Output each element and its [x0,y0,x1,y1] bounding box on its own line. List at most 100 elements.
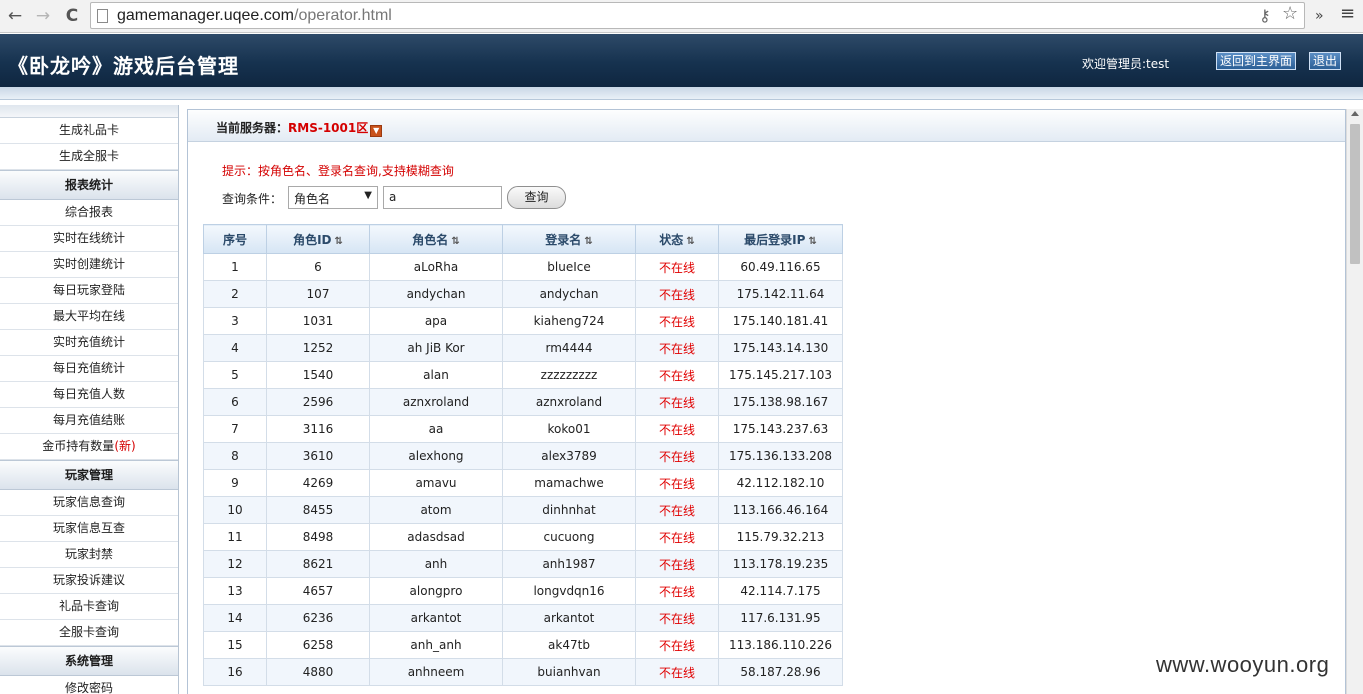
sidebar-item-player-info-query[interactable]: 玩家信息查询 [0,490,178,516]
query-field-select[interactable]: 角色名 ▼ [288,186,378,209]
cell-index: 10 [203,496,267,524]
sidebar-item-monthly-settlement[interactable]: 每月充值结账 [0,408,178,434]
table-row: 13 4657 alongpro longvdqn16 不在线 42.114.7.175 [203,577,843,605]
url-text[interactable]: gamemanager.uqee.com/operator.html [117,7,392,25]
cell-login-name: cucuong [502,523,636,551]
key-icon[interactable]: ⚷ [1259,6,1271,26]
sort-icon[interactable]: ⇅ [451,236,459,247]
cell-index: 11 [203,523,267,551]
app-title: 《卧龙吟》游戏后台管理 [8,54,239,78]
sidebar-item-player-feedback[interactable]: 玩家投诉建议 [0,568,178,594]
dropdown-arrow-icon: ▼ [364,190,372,201]
table-row: 2 107 andychan andychan 不在线 175.142.11.64 [203,280,843,308]
cell-last-ip: 175.145.217.103 [718,361,843,389]
search-input[interactable]: a [383,186,502,209]
sidebar-item-player-ban[interactable]: 玩家封禁 [0,542,178,568]
page-scrollbar[interactable] [1346,109,1363,694]
column-header-index: 序号 [203,224,267,254]
address-bar[interactable]: gamemanager.uqee.com/operator.html ⚷ ☆ [90,2,1305,29]
cell-role-name: arkantot [369,604,503,632]
sidebar-item-realtime-recharge[interactable]: 实时充值统计 [0,330,178,356]
cell-last-ip: 175.140.181.41 [718,307,843,335]
cell-status: 不在线 [635,253,719,281]
app-header: 《卧龙吟》游戏后台管理 欢迎管理员:test 返回到主界面 退出 [0,34,1363,87]
player-table: 序号 角色ID ⇅ 角色名 ⇅ 登录名 ⇅ 状态 ⇅ 最后登录IP ⇅ 1 6 aLoRha b… [203,224,843,686]
cell-index: 14 [203,604,267,632]
sidebar-item-summary-report[interactable]: 综合报表 [0,200,178,226]
cell-login-name: arkantot [502,604,636,632]
search-hint: 提示：按角色名、登录名查询,支持模糊查询 [222,164,454,178]
cell-status: 不在线 [635,604,719,632]
table-row: 6 2596 aznxroland aznxroland 不在线 175.138.98.1… [203,388,843,416]
cell-role-name: alan [369,361,503,389]
sort-icon[interactable]: ⇅ [584,236,592,247]
cell-last-ip: 113.178.19.235 [718,550,843,578]
sidebar-item-realtime-create[interactable]: 实时创建统计 [0,252,178,278]
sort-icon[interactable]: ⇅ [335,236,343,247]
cell-login-name: ak47tb [502,631,636,659]
column-header-role-name[interactable]: 角色名 ⇅ [369,224,503,254]
menu-icon[interactable]: ≡ [1340,4,1355,24]
column-header-role-id[interactable]: 角色ID ⇅ [266,224,370,254]
column-header-login-name[interactable]: 登录名 ⇅ [502,224,636,254]
table-row: 11 8498 adasdsad cucuong 不在线 115.79.32.213 [203,523,843,551]
new-badge: (新) [114,439,136,453]
forward-icon[interactable]: → [32,5,54,27]
sidebar-heading-system[interactable]: 系统管理 [0,646,178,676]
cell-status: 不在线 [635,388,719,416]
scroll-up-icon[interactable] [1351,111,1359,116]
sidebar-item-player-info-cross[interactable]: 玩家信息互查 [0,516,178,542]
cell-role-id: 4269 [266,469,370,497]
cell-role-id: 107 [266,280,370,308]
sidebar-item-change-password[interactable]: 修改密码 [0,676,178,694]
cell-index: 9 [203,469,267,497]
main-panel: 当前服务器：RMS-1001区 ▼ 提示：按角色名、登录名查询,支持模糊查询 查询… [187,109,1346,694]
cell-status: 不在线 [635,496,719,524]
cell-role-name: amavu [369,469,503,497]
sidebar-item-daily-recharge-users[interactable]: 每日充值人数 [0,382,178,408]
logout-button[interactable]: 退出 [1309,52,1342,70]
table-row: 15 6258 anh_anh ak47tb 不在线 113.186.110.226 [203,631,843,659]
sidebar-item-gift-card-query[interactable]: 礼品卡查询 [0,594,178,620]
cell-index: 5 [203,361,267,389]
sort-icon[interactable]: ⇅ [686,236,694,247]
home-button[interactable]: 返回到主界面 [1216,52,1297,70]
sidebar-item-gold-holdings[interactable]: 金币持有数量(新) [0,434,178,460]
sidebar-item-daily-login[interactable]: 每日玩家登陆 [0,278,178,304]
cell-role-id: 6258 [266,631,370,659]
sidebar-item-generate-gift-card[interactable]: 生成礼品卡 [0,118,178,144]
sort-icon[interactable]: ⇅ [808,236,816,247]
cell-index: 4 [203,334,267,362]
sidebar-item-daily-recharge[interactable]: 每日充值统计 [0,356,178,382]
star-icon[interactable]: ☆ [1282,4,1298,24]
cell-role-name: anh [369,550,503,578]
sidebar-heading-players[interactable]: 玩家管理 [0,460,178,490]
cell-last-ip: 115.79.32.213 [718,523,843,551]
search-button[interactable]: 查询 [507,186,566,209]
browser-toolbar: ← → C gamemanager.uqee.com/operator.html… [0,0,1363,33]
cell-role-name: anhneem [369,658,503,686]
column-header-status[interactable]: 状态 ⇅ [635,224,719,254]
cell-status: 不在线 [635,550,719,578]
reload-icon[interactable]: C [61,5,83,27]
cell-role-name: alongpro [369,577,503,605]
sidebar-item-server-card-query[interactable]: 全服卡查询 [0,620,178,646]
table-row: 14 6236 arkantot arkantot 不在线 117.6.131.95 [203,604,843,632]
sidebar-heading-reports[interactable]: 报表统计 [0,170,178,200]
sidebar-item-generate-server-card[interactable]: 生成全服卡 [0,144,178,170]
page-icon [97,9,108,23]
cell-login-name: andychan [502,280,636,308]
server-label: 当前服务器：RMS-1001区 ▼ [216,119,383,137]
extensions-icon[interactable]: » [1315,6,1324,26]
cell-role-id: 4880 [266,658,370,686]
sidebar-item-max-avg-online[interactable]: 最大平均在线 [0,304,178,330]
chevron-down-icon[interactable]: ▼ [370,125,383,137]
scrollbar-thumb[interactable] [1350,124,1360,264]
cell-last-ip: 175.143.237.63 [718,415,843,443]
sidebar-item-realtime-online[interactable]: 实时在线统计 [0,226,178,252]
cell-login-name: rm4444 [502,334,636,362]
column-header-last-ip[interactable]: 最后登录IP ⇅ [718,224,843,254]
sidebar: 生成礼品卡 生成全服卡 报表统计 综合报表 实时在线统计 实时创建统计 每日玩家… [0,105,179,694]
query-field-value: 角色名 [294,192,331,206]
back-icon[interactable]: ← [4,5,26,27]
